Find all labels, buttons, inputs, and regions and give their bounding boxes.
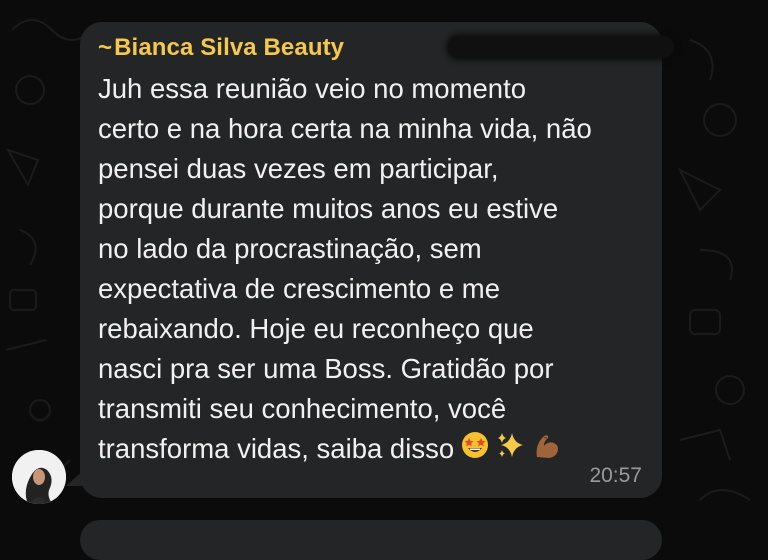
star-struck-emoji — [460, 430, 490, 471]
redacted-phone-number — [448, 36, 674, 58]
message-line: transmiti seu conhecimento, você — [98, 393, 507, 424]
message-line: Juh essa reunião veio no momento — [98, 73, 527, 104]
message-line: certo e na hora certa na minha vida, não — [98, 113, 592, 144]
bubble-tail — [66, 470, 84, 486]
flexed-biceps-emoji — [532, 430, 562, 471]
message-timestamp: 20:57 — [589, 464, 642, 487]
message-line: no lado da procrastinação, sem — [98, 233, 482, 264]
message-line: porque durante muitos anos eu estive — [98, 193, 559, 224]
message-line: expectativa de crescimento e me — [98, 273, 500, 304]
message-bubble[interactable]: ~Bianca Silva Beauty Juh essa reunião ve… — [80, 22, 674, 498]
avatar-photo — [12, 450, 66, 504]
sender-name-text: Bianca Silva Beauty — [114, 34, 345, 61]
sender-row: ~Bianca Silva Beauty — [98, 30, 674, 70]
avatar[interactable] — [12, 450, 66, 504]
message-text: Juh essa reunião veio no momento certo e… — [98, 69, 642, 471]
message-line: rebaixando. Hoje eu reconheço que — [98, 313, 534, 344]
sparkles-emoji — [496, 430, 526, 471]
message-line: pensei duas vezes em participar, — [98, 153, 499, 184]
sender-name[interactable]: ~Bianca Silva Beauty — [98, 34, 344, 62]
next-message-bubble[interactable] — [80, 520, 662, 560]
message-line-last: transforma vidas, saiba disso — [98, 429, 642, 471]
sender-prefix: ~ — [98, 34, 113, 61]
message-line: nasci pra ser uma Boss. Gratidão por — [98, 353, 554, 384]
message-line: transforma vidas, saiba disso — [98, 433, 455, 464]
